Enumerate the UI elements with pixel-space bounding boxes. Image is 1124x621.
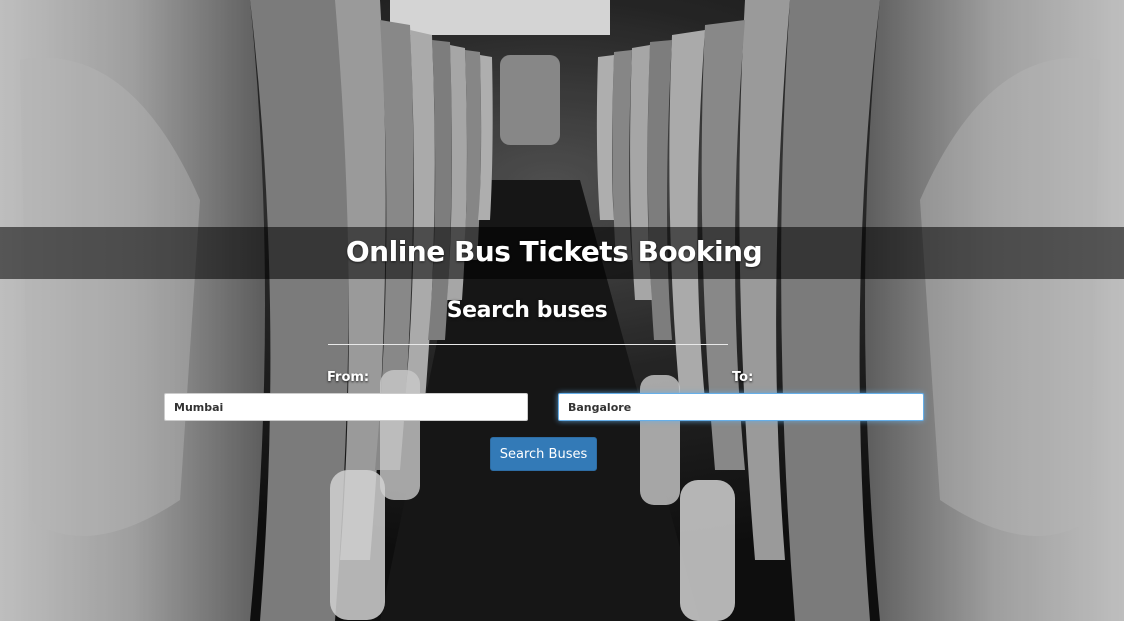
from-input[interactable] [164,393,528,421]
heading-divider [328,344,728,345]
search-heading: Search buses [446,298,608,323]
from-label: From: [327,370,370,385]
to-input[interactable] [558,393,924,421]
page-title: Online Bus Tickets Booking [345,235,763,268]
page: Online Bus Tickets Booking Search buses … [0,0,1124,621]
search-buses-button[interactable]: Search Buses [490,437,597,471]
to-label: To: [732,370,754,385]
